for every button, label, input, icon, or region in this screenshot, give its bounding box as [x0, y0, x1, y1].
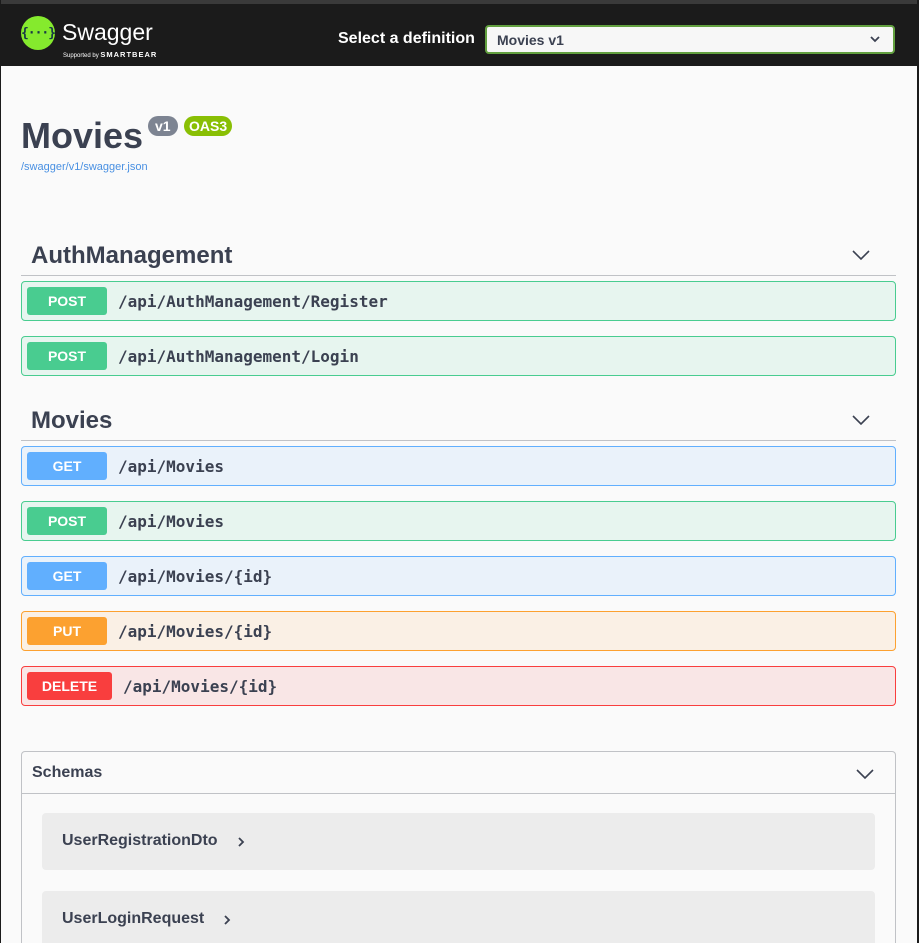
page-title: Movies: [21, 115, 144, 156]
chevron-right-icon: [224, 915, 231, 925]
definition-select-value: Movies v1: [497, 32, 564, 48]
method-badge: GET: [27, 452, 107, 480]
version-badge: v1: [148, 116, 178, 136]
tag-title: Movies: [31, 407, 113, 434]
swagger-ui-page: {···} Swagger Supported by SMARTBEAR Sel…: [1, 0, 917, 943]
method-badge: POST: [27, 287, 107, 315]
swagger-logo-icon: {···}: [21, 16, 56, 50]
model-userregistrationdto[interactable]: UserRegistrationDto: [42, 813, 875, 870]
operation-path: /api/Movies/{id}: [123, 677, 278, 696]
operation-delete-movie[interactable]: DELETE /api/Movies/{id}: [21, 666, 896, 706]
operation-path: /api/Movies/{id}: [118, 567, 273, 586]
chevron-down-icon: [852, 415, 870, 426]
chevron-down-icon: [870, 36, 880, 43]
method-badge: POST: [27, 507, 107, 535]
operation-path: /api/AuthManagement/Login: [118, 347, 359, 366]
model-userloginrequest[interactable]: UserLoginRequest: [42, 891, 875, 943]
definition-label: Select a definition: [338, 30, 475, 47]
swagger-logo[interactable]: {···} Swagger Supported by SMARTBEAR: [21, 16, 171, 60]
schemas-title: Schemas: [32, 764, 103, 781]
method-badge: POST: [27, 342, 107, 370]
chevron-down-icon: [856, 769, 874, 780]
tag-header-authmanagement[interactable]: AuthManagement: [21, 236, 896, 276]
model-name: UserLoginRequest: [62, 910, 205, 927]
schemas-section: Schemas UserRegistrationDto UserLoginReq…: [21, 751, 896, 943]
logo-supported-text: Supported by: [63, 53, 99, 59]
definition-select[interactable]: Movies v1: [485, 25, 895, 54]
logo-company: SMARTBEAR: [100, 50, 158, 59]
spec-url-link[interactable]: /swagger/v1/swagger.json: [21, 161, 148, 173]
chevron-right-icon: [238, 837, 245, 847]
model-name: UserRegistrationDto: [62, 832, 218, 849]
operation-get-movies[interactable]: GET /api/Movies: [21, 446, 896, 486]
method-badge: DELETE: [27, 672, 112, 700]
schemas-header[interactable]: Schemas: [22, 752, 895, 794]
operation-post-register[interactable]: POST /api/AuthManagement/Register: [21, 281, 896, 321]
method-badge: GET: [27, 562, 107, 590]
operation-post-login[interactable]: POST /api/AuthManagement/Login: [21, 336, 896, 376]
operation-path: /api/AuthManagement/Register: [118, 292, 388, 311]
operation-path: /api/Movies: [118, 457, 224, 476]
logo-name: Swagger: [62, 19, 153, 45]
operation-post-movies[interactable]: POST /api/Movies: [21, 501, 896, 541]
operation-put-movie[interactable]: PUT /api/Movies/{id}: [21, 611, 896, 651]
oas-badge: OAS3: [184, 116, 233, 136]
tag-title: AuthManagement: [31, 242, 233, 269]
operation-get-movie-by-id[interactable]: GET /api/Movies/{id}: [21, 556, 896, 596]
logo-supported-by: Supported by SMARTBEAR: [63, 50, 157, 59]
chevron-down-icon: [852, 250, 870, 261]
operation-path: /api/Movies: [118, 512, 224, 531]
topbar: {···} Swagger Supported by SMARTBEAR Sel…: [1, 0, 917, 66]
tag-header-movies[interactable]: Movies: [21, 401, 896, 441]
method-badge: PUT: [27, 617, 107, 645]
operation-path: /api/Movies/{id}: [118, 622, 273, 641]
